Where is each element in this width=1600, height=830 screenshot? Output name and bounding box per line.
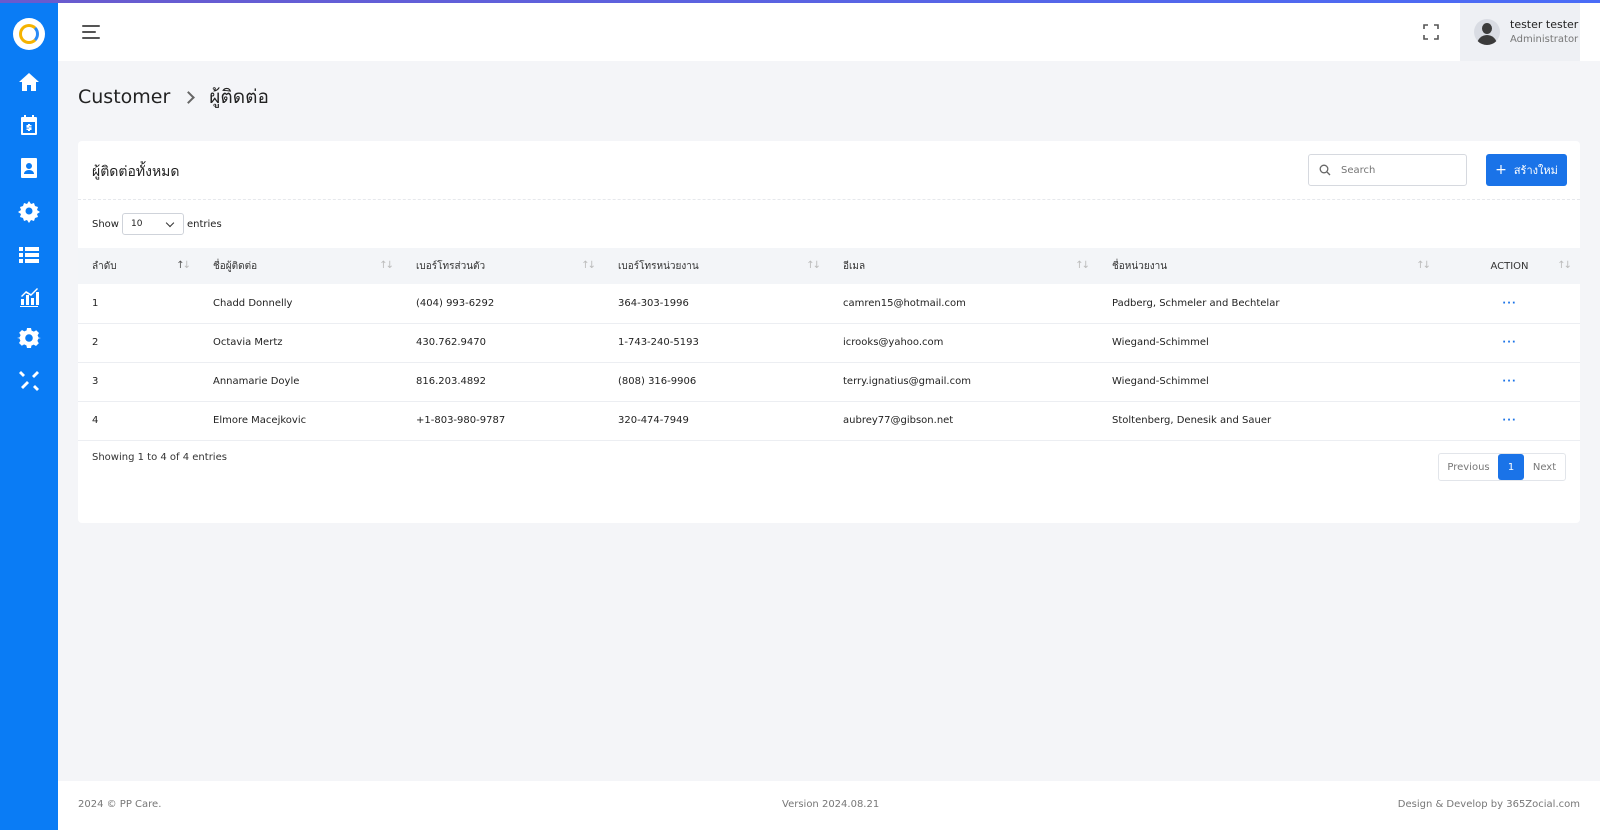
credit-text: Design & Develop by 365Zocial.com	[1397, 799, 1580, 810]
email: icrooks@yahoo.com	[843, 337, 944, 348]
org-phone: 320-474-7949	[618, 415, 689, 426]
column-header[interactable]: ชื่อหน่วยงาน ↑↓	[1098, 248, 1439, 284]
contacts-card: ผู้ติดต่อทั้งหมด + สร้างใหม่ Show 10 ent…	[78, 141, 1580, 523]
sort-icon: ↑↓	[1557, 260, 1572, 271]
plus-icon: +	[1495, 162, 1507, 178]
org-name: Padberg, Schmeler and Bechtelar	[1112, 297, 1280, 309]
contacts-table: ลำดับ ↑↓ ชื่อผู้ติดต่อ ↑↓ เบอร์โทรส่วนตัว ↑…	[78, 248, 1580, 441]
org-name: Wiegand-Schimmel	[1112, 376, 1209, 387]
personal-phone: 816.203.4892	[416, 376, 486, 387]
pagination: Previous 1 Next	[1438, 453, 1566, 481]
copyright-text: 2024 © PP Care.	[78, 799, 162, 810]
email: terry.ignatius@gmail.com	[843, 376, 971, 387]
app-logo[interactable]	[13, 18, 45, 50]
org-phone: 364-303-1996	[618, 297, 689, 309]
row-action-menu-icon[interactable]: ···	[1439, 362, 1580, 401]
sort-icon: ↑↓	[1075, 260, 1090, 271]
sort-icon: ↑↓	[379, 260, 394, 271]
create-new-button[interactable]: + สร้างใหม่	[1486, 154, 1567, 186]
top-bar: tester tester Administrator	[58, 3, 1600, 61]
version-text: Version 2024.08.21	[782, 799, 880, 810]
breadcrumb-parent[interactable]: Customer	[78, 86, 170, 108]
footer: 2024 © PP Care. Version 2024.08.21 Desig…	[58, 781, 1600, 830]
sort-icon: ↑↓	[581, 260, 596, 271]
home-icon[interactable]	[16, 69, 42, 95]
chevron-right-icon	[182, 90, 196, 104]
table-row: 3 Annamarie Doyle 816.203.4892 (808) 316…	[78, 362, 1580, 401]
search-box[interactable]	[1308, 154, 1467, 186]
org-name: Stoltenberg, Denesik and Sauer	[1112, 415, 1272, 426]
column-header[interactable]: เบอร์โทรหน่วยงาน ↑↓	[604, 248, 829, 284]
user-role: Administrator	[1510, 34, 1579, 45]
row-action-menu-icon[interactable]: ···	[1439, 401, 1580, 440]
personal-phone: (404) 993-6292	[416, 297, 495, 309]
contact-book-icon[interactable]	[16, 155, 42, 181]
sort-icon: ↑↓	[806, 260, 821, 271]
column-header[interactable]: ชื่อผู้ติดต่อ ↑↓	[199, 248, 402, 284]
sort-icon: ↑↓	[176, 260, 191, 271]
row-action-menu-icon[interactable]: ···	[1439, 323, 1580, 362]
menu-toggle-icon[interactable]	[82, 25, 100, 39]
next-button[interactable]: Next	[1524, 454, 1565, 480]
list-icon[interactable]	[16, 241, 42, 267]
gear-group-icon[interactable]	[16, 198, 42, 224]
user-menu[interactable]: tester tester Administrator	[1460, 3, 1580, 61]
previous-button[interactable]: Previous	[1439, 454, 1498, 480]
chevron-down-icon	[165, 218, 175, 227]
column-header[interactable]: เบอร์โทรส่วนตัว ↑↓	[402, 248, 604, 284]
org-phone: (808) 316-9906	[618, 376, 697, 387]
avatar	[1474, 19, 1500, 45]
personal-phone: 430.762.9470	[416, 337, 486, 348]
column-header[interactable]: ACTION ↑↓	[1439, 248, 1580, 284]
table-row: 4 Elmore Macejkovic +1-803-980-9787 320-…	[78, 401, 1580, 440]
column-header[interactable]: อีเมล ↑↓	[829, 248, 1098, 284]
table-header-row: ลำดับ ↑↓ ชื่อผู้ติดต่อ ↑↓ เบอร์โทรส่วนตัว ↑…	[78, 248, 1580, 284]
contact-name: Elmore Macejkovic	[213, 415, 307, 426]
chart-icon[interactable]	[16, 284, 42, 310]
create-new-label: สร้างใหม่	[1513, 164, 1558, 177]
table-row: 2 Octavia Mertz 430.762.9470 1-743-240-5…	[78, 323, 1580, 362]
tools-icon[interactable]	[16, 368, 42, 394]
contact-name: Chadd Donnelly	[213, 297, 293, 309]
row-number: 1	[92, 297, 99, 309]
user-name: tester tester	[1510, 18, 1579, 31]
sort-icon: ↑↓	[1416, 260, 1431, 271]
settings-icon[interactable]	[16, 325, 42, 351]
page-title: ผู้ติดต่อ	[209, 86, 269, 108]
entries-label: entries	[186, 218, 222, 230]
card-title: ผู้ติดต่อทั้งหมด	[92, 164, 180, 180]
search-icon	[1319, 164, 1331, 176]
table-row: 1 Chadd Donnelly (404) 993-6292 364-303-…	[78, 284, 1580, 323]
calendar-dollar-icon[interactable]	[16, 112, 42, 138]
divider	[78, 199, 1580, 200]
page-1-button[interactable]: 1	[1498, 454, 1524, 480]
row-number: 2	[92, 337, 99, 348]
show-entries: Show 10 entries	[92, 213, 222, 235]
org-phone: 1-743-240-5193	[618, 337, 699, 348]
org-name: Wiegand-Schimmel	[1112, 337, 1209, 348]
breadcrumb: Customer ผู้ติดต่อ	[78, 82, 269, 112]
column-header[interactable]: ลำดับ ↑↓	[78, 248, 199, 284]
contact-name: Octavia Mertz	[213, 337, 283, 348]
page-size-select[interactable]: 10	[121, 213, 184, 235]
fullscreen-icon[interactable]	[1421, 22, 1441, 42]
contact-name: Annamarie Doyle	[213, 376, 300, 387]
showing-entries-text: Showing 1 to 4 of 4 entries	[92, 452, 227, 463]
row-number: 3	[92, 376, 99, 387]
personal-phone: +1-803-980-9787	[416, 415, 506, 426]
email: camren15@hotmail.com	[843, 297, 966, 309]
row-action-menu-icon[interactable]: ···	[1439, 284, 1580, 323]
show-label: Show	[92, 218, 119, 230]
row-number: 4	[92, 415, 99, 426]
search-input[interactable]	[1341, 164, 1461, 176]
email: aubrey77@gibson.net	[843, 415, 954, 426]
page-size-value: 10	[130, 219, 143, 229]
sidebar	[0, 3, 58, 830]
